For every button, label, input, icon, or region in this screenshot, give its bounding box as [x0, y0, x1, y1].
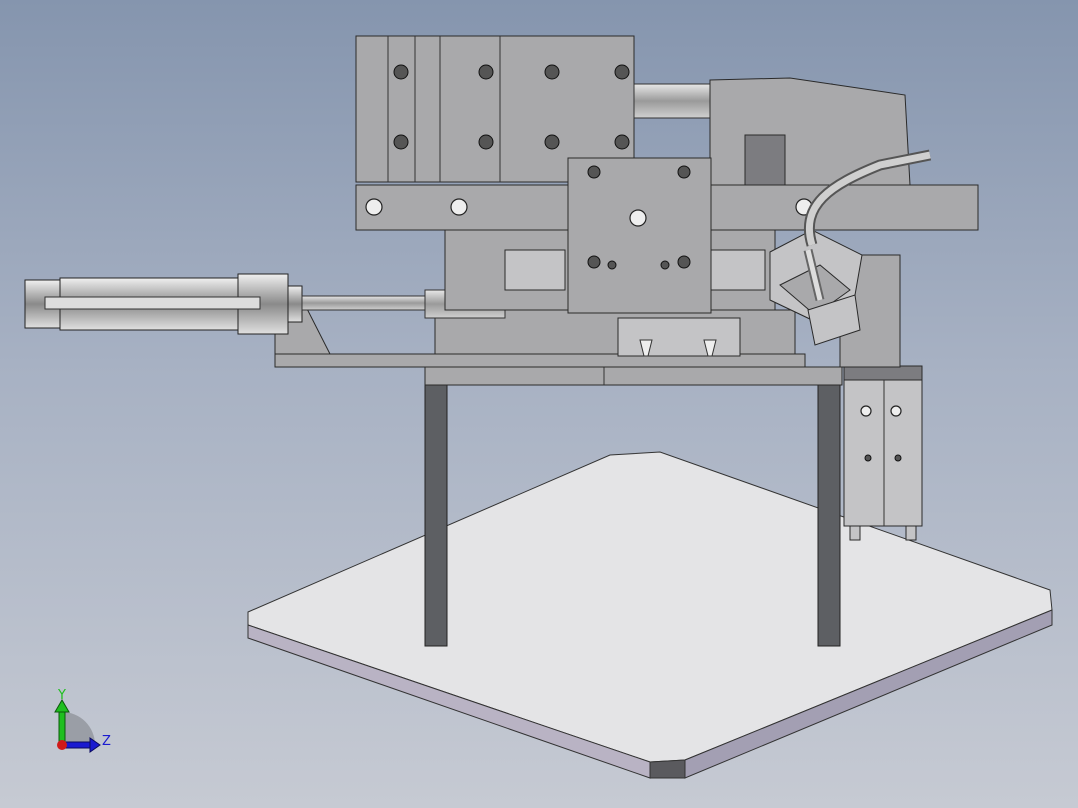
y-axis-arrow	[58, 707, 66, 746]
cad-viewport[interactable]: Y Z	[0, 0, 1078, 808]
assembly-model[interactable]: Y Z	[0, 0, 1078, 808]
slide-block	[617, 317, 741, 357]
table-top	[424, 366, 843, 386]
guided-cylinder-right	[843, 365, 923, 541]
pneumatic-cylinder-left	[24, 273, 506, 335]
guide-block	[709, 249, 766, 291]
x-axis-arrow	[57, 740, 67, 750]
beam-hole	[450, 198, 468, 216]
z-axis-label: Z	[102, 734, 111, 749]
y-axis-label: Y	[57, 688, 66, 703]
table-leg-left	[424, 383, 448, 647]
base-plate	[247, 451, 1053, 779]
center-mount-plate	[567, 157, 712, 314]
z-axis-arrowhead	[89, 737, 101, 753]
table-leg-right	[817, 383, 841, 647]
axis-triad: Y Z	[54, 688, 111, 753]
beam-hole	[365, 198, 383, 216]
guide-block	[504, 249, 566, 291]
clamp-slot	[744, 134, 786, 186]
